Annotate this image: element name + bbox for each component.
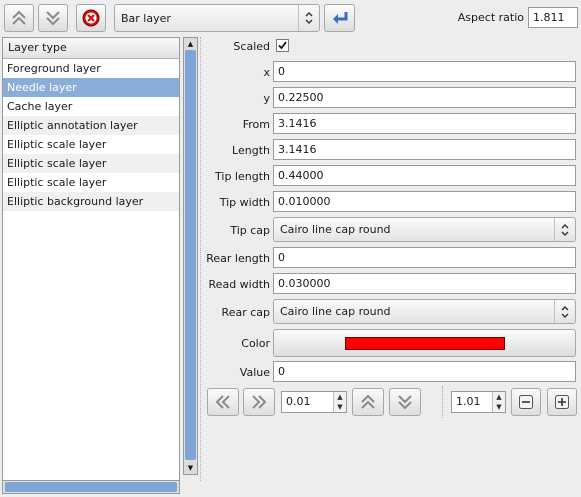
splitter-handle[interactable] (200, 37, 204, 481)
scroll-down-arrow-icon[interactable]: ▼ (185, 463, 196, 473)
double-chevron-up-icon (361, 394, 375, 409)
scroll-up-arrow-icon[interactable]: ▲ (185, 39, 196, 49)
from-input[interactable]: 3.1416 (273, 113, 576, 134)
double-chevron-right-icon (252, 395, 267, 409)
rear-length-label: Rear length (206, 252, 270, 265)
value-input[interactable]: 0 (273, 361, 576, 382)
red-circle-x-icon (82, 9, 100, 27)
double-chevron-up-icon (12, 10, 26, 25)
aspect-ratio-input[interactable]: 1.811 (528, 7, 578, 28)
plus-icon (555, 395, 569, 409)
spin-arrows-icon[interactable]: ▲ ▼ (492, 392, 505, 412)
return-arrow-icon (332, 12, 347, 24)
increase-value-button[interactable] (243, 388, 275, 416)
chevron-up-down-icon (554, 300, 575, 323)
spin-arrows-icon[interactable]: ▲ ▼ (333, 392, 346, 412)
vertical-scrollbar-thumb[interactable] (185, 50, 196, 460)
minus-icon (519, 395, 533, 409)
step-spinbox[interactable]: 0.01 ▲ ▼ (281, 391, 347, 413)
double-chevron-down-icon (398, 395, 412, 410)
factor-value: 1.01 (456, 395, 481, 408)
layer-row[interactable]: Elliptic annotation layer (3, 116, 179, 135)
rear-length-input[interactable]: 0 (273, 247, 576, 268)
zoom-out-button[interactable] (511, 388, 541, 416)
double-chevron-down-icon (46, 11, 60, 26)
read-width-label: Read width (208, 278, 270, 291)
decrease-value-button[interactable] (207, 388, 239, 416)
layer-row[interactable]: Elliptic scale layer (3, 173, 179, 192)
step-up-button[interactable] (352, 388, 384, 416)
length-input[interactable]: 3.1416 (273, 139, 576, 160)
color-swatch (345, 337, 505, 350)
rear-cap-select[interactable]: Cairo line cap round (273, 299, 576, 324)
layer-row-selected[interactable]: Needle layer (3, 78, 179, 97)
scaled-checkbox[interactable] (276, 39, 289, 52)
value-label: Value (239, 366, 270, 379)
horizontal-scrollbar[interactable] (2, 480, 180, 494)
layer-row[interactable]: Cache layer (3, 97, 179, 116)
tip-width-label: Tip width (219, 196, 270, 209)
layer-kind-value: Bar layer (121, 11, 171, 25)
x-label: x (263, 66, 270, 79)
layer-row[interactable]: Elliptic scale layer (3, 154, 179, 173)
step-value: 0.01 (286, 395, 311, 408)
layer-row[interactable]: Elliptic background layer (3, 192, 179, 211)
zoom-in-button[interactable] (547, 388, 577, 416)
tip-length-input[interactable]: 0.44000 (273, 165, 576, 186)
tip-length-label: Tip length (215, 170, 270, 183)
move-layer-up-button[interactable] (4, 4, 34, 32)
y-input[interactable]: 0.22500 (273, 87, 576, 108)
horizontal-scrollbar-thumb[interactable] (5, 482, 177, 492)
move-layer-down-button[interactable] (38, 4, 68, 32)
length-label: Length (232, 144, 270, 157)
aspect-ratio-label: Aspect ratio (457, 11, 524, 24)
layer-row[interactable]: Elliptic scale layer (3, 135, 179, 154)
chevron-up-down-icon (298, 5, 319, 31)
separator (442, 386, 443, 418)
tip-cap-label: Tip cap (230, 224, 270, 237)
rear-cap-value: Cairo line cap round (280, 305, 391, 318)
rear-cap-label: Rear cap (221, 306, 270, 319)
step-down-button[interactable] (389, 388, 421, 416)
tip-cap-value: Cairo line cap round (280, 223, 391, 236)
factor-spinbox[interactable]: 1.01 ▲ ▼ (451, 391, 506, 413)
y-label: y (263, 92, 270, 105)
add-layer-button[interactable] (324, 4, 355, 32)
delete-layer-button[interactable] (76, 4, 106, 32)
chevron-up-down-icon (554, 218, 575, 241)
color-label: Color (241, 337, 270, 350)
layer-kind-select[interactable]: Bar layer (114, 4, 320, 32)
layer-type-header[interactable]: Layer type (3, 38, 179, 59)
color-button[interactable] (273, 329, 576, 357)
layer-list: Layer type Foreground layer Needle layer… (2, 37, 180, 481)
checkmark-icon (278, 41, 287, 50)
from-label: From (242, 118, 270, 131)
x-input[interactable]: 0 (273, 61, 576, 82)
tip-width-input[interactable]: 0.010000 (273, 191, 576, 212)
read-width-input[interactable]: 0.030000 (273, 273, 576, 294)
vertical-scrollbar[interactable]: ▲ ▼ (183, 37, 198, 475)
scaled-label: Scaled (233, 40, 270, 53)
double-chevron-left-icon (215, 395, 230, 409)
tip-cap-select[interactable]: Cairo line cap round (273, 217, 576, 242)
layer-row[interactable]: Foreground layer (3, 59, 179, 78)
